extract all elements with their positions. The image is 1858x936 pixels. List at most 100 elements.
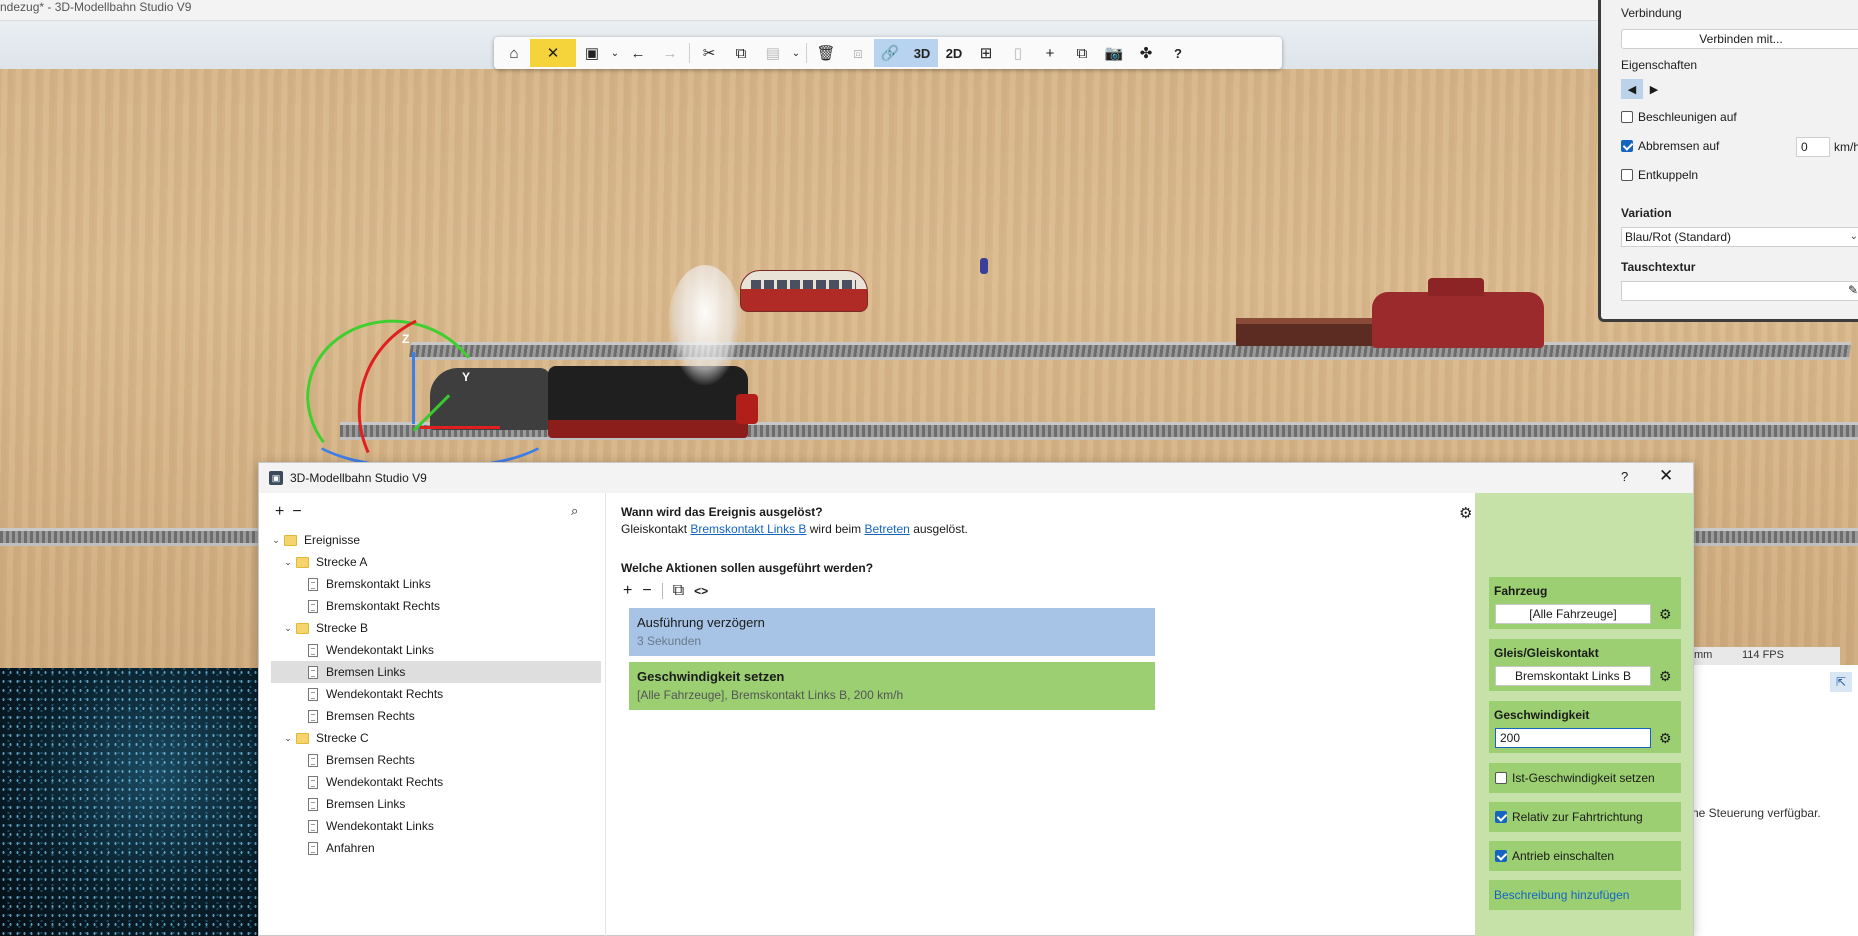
checkbox-box[interactable] (1495, 772, 1507, 784)
link-icon[interactable]: 🔗 (874, 39, 906, 67)
dialog-close-button[interactable]: ✕ (1659, 466, 1673, 486)
remove-action-icon[interactable]: − (642, 582, 651, 600)
add-action-icon[interactable]: + (623, 582, 632, 600)
tree-event-item[interactable]: Bremskontakt Rechts (271, 595, 601, 617)
help-button[interactable]: ? (1162, 39, 1194, 67)
gear-icon[interactable]: ⚙ (1659, 668, 1672, 685)
checkbox-box[interactable] (1495, 811, 1507, 823)
view-3d-button[interactable]: 3D (906, 39, 938, 67)
tree-event-item[interactable]: Wendekontakt Rechts (271, 683, 601, 705)
train-icon[interactable]: ▯ (1002, 39, 1034, 67)
rotate-gizmo-blue-ring[interactable] (300, 380, 560, 470)
dialog-help-button[interactable]: ? (1621, 469, 1628, 484)
action-properties-pane: Fahrzeug [Alle Fahrzeuge] ⚙ Gleis/Gleisk… (1475, 493, 1693, 936)
speed-input[interactable]: 200 (1495, 728, 1651, 748)
chevron-down-icon[interactable]: ⌄ (283, 733, 293, 744)
pencil-icon[interactable]: ✎ (1848, 283, 1858, 297)
previous-arrow-icon[interactable]: ◀ (1621, 79, 1643, 99)
tree-folder-item[interactable]: ⌄ Ereignisse (271, 529, 601, 551)
connect-button[interactable]: Verbinden mit... (1621, 29, 1858, 49)
railcar-model[interactable] (740, 270, 868, 312)
abbremsen-label: Abbremsen auf (1638, 139, 1720, 153)
code-view-icon[interactable]: <> (694, 584, 708, 598)
trigger-mode-link[interactable]: Betreten (864, 522, 909, 536)
tree-event-item[interactable]: Bremsen Rechts (271, 749, 601, 771)
chevron-down-icon[interactable]: ⌄ (283, 557, 293, 568)
action-item-set-speed[interactable]: Geschwindigkeit setzen [Alle Fahrzeuge],… (629, 662, 1155, 710)
tree-item-label: Wendekontakt Rechts (326, 687, 444, 701)
variation-select[interactable]: Blau/Rot (Standard) ⌄ (1621, 227, 1858, 247)
gear-icon[interactable]: ⚙ (1659, 606, 1672, 623)
fahrzeug-label: Fahrzeug (1494, 584, 1548, 598)
save-icon[interactable]: ▣ (576, 39, 608, 67)
track-upper[interactable] (408, 342, 1852, 360)
tree-event-item[interactable]: Anfahren (271, 837, 601, 859)
view-2d-button[interactable]: 2D (938, 39, 970, 67)
delete-icon[interactable]: 🗑 (810, 39, 842, 67)
chevron-down-icon[interactable]: ⌄ (271, 535, 281, 546)
chevron-down-icon[interactable]: ⌄ (283, 623, 293, 634)
group-icon[interactable]: ⧈ (842, 39, 874, 67)
home-icon[interactable]: ⌂ (498, 39, 530, 67)
checkbox-box[interactable] (1621, 111, 1633, 123)
tree-event-item[interactable]: Wendekontakt Rechts (271, 771, 601, 793)
diesel-locomotive-model[interactable] (1372, 278, 1544, 348)
gleis-selector[interactable]: Bremskontakt Links B (1495, 666, 1651, 686)
layers-icon[interactable]: ⧉ (1066, 39, 1098, 67)
checkbox-box[interactable] (1621, 169, 1633, 181)
tree-folder-item[interactable]: ⌄ Strecke A (271, 551, 601, 573)
tauschtextur-field[interactable]: ✎ (1621, 281, 1858, 301)
save-dropdown-chevron-icon[interactable]: ⌄ (608, 39, 622, 67)
beschleunigen-checkbox[interactable]: Beschleunigen auf (1621, 110, 1737, 124)
open-external-icon[interactable]: ⇱ (1830, 672, 1852, 692)
ist-speed-checkbox[interactable]: Ist-Geschwindigkeit setzen (1489, 763, 1681, 793)
trigger-contact-link[interactable]: Bremskontakt Links B (690, 522, 806, 536)
cut-icon[interactable]: ✂ (693, 39, 725, 67)
settings-gear-icon[interactable]: ⚙ (1459, 504, 1472, 522)
add-event-icon[interactable]: + (275, 503, 284, 521)
paste-dropdown-chevron-icon[interactable]: ⌄ (789, 39, 803, 67)
tree-folder-item[interactable]: ⌄ Strecke B (271, 617, 601, 639)
checkbox-box[interactable] (1495, 850, 1507, 862)
gear-icon[interactable]: ⚙ (1659, 730, 1672, 747)
edit-tools-icon[interactable]: ✕ (530, 39, 576, 67)
antrieb-checkbox[interactable]: Antrieb einschalten (1489, 841, 1681, 871)
tree-item-label: Bremsen Links (326, 797, 406, 811)
next-arrow-icon[interactable]: ▶ (1643, 79, 1665, 99)
search-icon[interactable]: ⌕ (571, 503, 578, 519)
tree-folder-item[interactable]: ⌄ Strecke C (271, 727, 601, 749)
track-right-segment[interactable] (1690, 528, 1858, 546)
remove-event-icon[interactable]: − (292, 503, 301, 521)
abbremsen-checkbox[interactable]: Abbremsen auf (1621, 139, 1719, 153)
tree-event-item[interactable]: Bremskontakt Links (271, 573, 601, 595)
tree-event-item[interactable]: Bremsen Rechts (271, 705, 601, 727)
viewport-statusbar: mm 114 FPS (1690, 647, 1840, 665)
paste-icon[interactable]: ▤ (757, 39, 789, 67)
copy-action-icon[interactable]: ⧉ (673, 582, 684, 600)
tree-event-item[interactable]: Bremsen Links (271, 661, 601, 683)
tree-item-label: Wendekontakt Links (326, 643, 434, 657)
track-left-segment[interactable] (0, 528, 260, 546)
puzzle-icon[interactable]: ✤ (1130, 39, 1162, 67)
action-item-delay[interactable]: Ausführung verzögern 3 Sekunden (629, 608, 1155, 656)
tree-event-item[interactable]: Wendekontakt Links (271, 639, 601, 661)
beschreibung-link[interactable]: Beschreibung hinzufügen (1489, 880, 1681, 910)
camera-icon[interactable]: 📷 (1098, 39, 1130, 67)
flatcar-model[interactable] (1236, 318, 1376, 346)
add-icon[interactable]: + (1034, 39, 1066, 67)
event-detail-pane: Wann wird das Ereignis ausgelöst? Gleisk… (607, 493, 1475, 936)
figure-model[interactable] (980, 258, 988, 274)
relativ-checkbox[interactable]: Relativ zur Fahrtrichtung (1489, 802, 1681, 832)
checkbox-box[interactable] (1621, 140, 1633, 152)
undo-icon[interactable]: ← (622, 39, 654, 67)
tree-event-item[interactable]: Wendekontakt Links (271, 815, 601, 837)
x-axis-handle[interactable] (420, 426, 500, 429)
entkuppeln-checkbox[interactable]: Entkuppeln (1621, 168, 1698, 182)
redo-icon[interactable]: → (654, 39, 686, 67)
z-axis-handle[interactable] (412, 352, 415, 424)
fahrzeug-selector[interactable]: [Alle Fahrzeuge] (1495, 604, 1651, 624)
copy-icon[interactable]: ⧉ (725, 39, 757, 67)
grid-icon[interactable]: ⊞ (970, 39, 1002, 67)
tree-event-item[interactable]: Bremsen Links (271, 793, 601, 815)
abbremsen-speed-input[interactable]: 0 (1796, 137, 1830, 157)
